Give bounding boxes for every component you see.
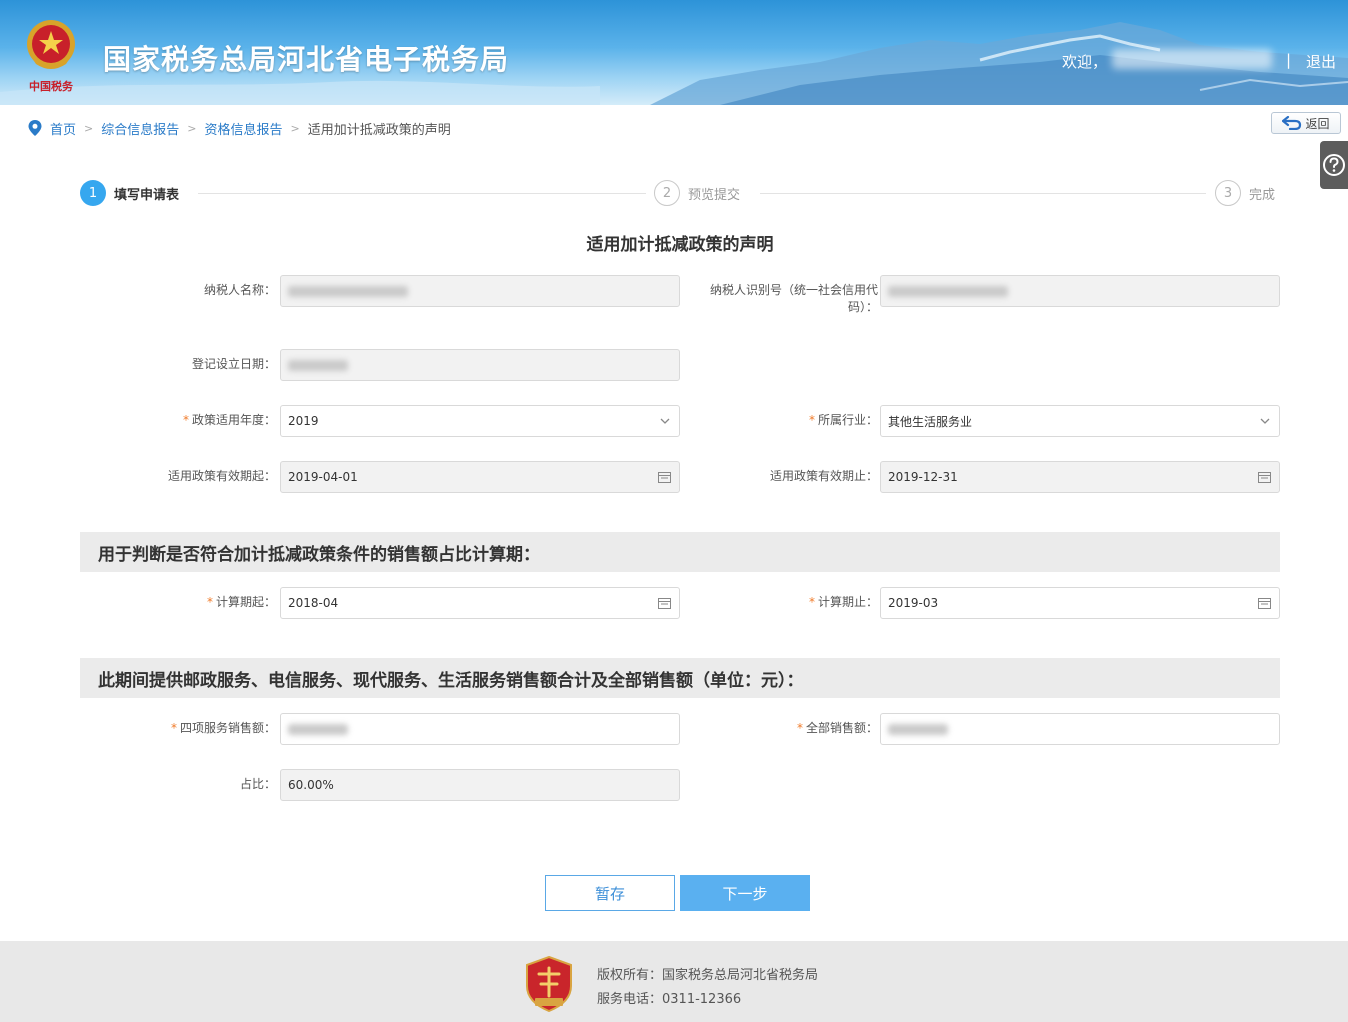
industry-select[interactable]: 其他生活服务业: [880, 405, 1280, 437]
redacted-value: [288, 723, 348, 735]
return-arrow-icon: [1282, 116, 1302, 130]
taxpayer-id-label: 纳税人识别号（统一社会信用代 码）：: [680, 282, 878, 316]
footer-phone: 服务电话：0311-12366: [597, 992, 742, 1007]
step-label: 填写申请表: [114, 187, 180, 203]
calc-end-value: 2019-03: [888, 596, 939, 610]
required-mark: *: [796, 721, 803, 735]
chevron-down-icon: [660, 418, 670, 424]
progress-steps: 1 填写申请表 2 预览提交 3 完成: [80, 180, 1280, 206]
site-title: 国家税务总局河北省电子税务局: [103, 43, 510, 76]
required-mark: *: [170, 721, 177, 735]
industry-label: * 所属行业：: [680, 412, 878, 429]
required-mark: *: [808, 595, 815, 609]
four-services-input[interactable]: [280, 713, 680, 745]
breadcrumb-arrow-icon: >: [187, 121, 197, 135]
total-sales-input[interactable]: [880, 713, 1280, 745]
form-title: 适用加计抵减政策的声明: [586, 235, 774, 255]
total-sales-label-text: 全部销售额：: [805, 721, 878, 735]
next-step-button[interactable]: 下一步: [680, 875, 810, 911]
calendar-icon[interactable]: [1258, 597, 1271, 609]
breadcrumb-qualification-report[interactable]: 资格信息报告: [204, 119, 282, 138]
tax-emblem-icon: 中国税务: [27, 20, 75, 93]
welcome-text: 欢迎，: [1062, 53, 1108, 71]
back-button[interactable]: 返回: [1271, 112, 1341, 134]
calc-end-label-text: 计算期止：: [817, 595, 878, 609]
calendar-icon[interactable]: [658, 597, 671, 609]
breadcrumb-info-report[interactable]: 综合信息报告: [101, 119, 179, 138]
breadcrumb-home[interactable]: 首页: [50, 119, 76, 138]
valid-start-field: 2019-04-01: [280, 461, 680, 493]
calc-start-value: 2018-04: [288, 596, 339, 610]
valid-start-value: 2019-04-01: [288, 470, 358, 484]
redacted-value: [888, 285, 1008, 297]
footer-copyright: 版权所有：国家税务总局河北省税务局: [597, 968, 819, 983]
policy-year-select[interactable]: 2019: [280, 405, 680, 437]
required-mark: *: [206, 595, 213, 609]
calc-end-input[interactable]: 2019-03: [880, 587, 1280, 619]
ratio-label: 占比：: [239, 777, 276, 791]
breadcrumb-arrow-icon: >: [290, 121, 300, 135]
valid-end-value: 2019-12-31: [888, 470, 958, 484]
redacted-value: [288, 285, 408, 297]
taxpayer-id-field: [880, 275, 1280, 307]
four-services-label-text: 四项服务销售额：: [179, 721, 276, 735]
calc-start-label-text: 计算期起：: [215, 595, 276, 609]
four-services-label: * 四项服务销售额：: [80, 720, 276, 737]
valid-end-field: 2019-12-31: [880, 461, 1280, 493]
policy-year-label: * 政策适用年度：: [80, 412, 276, 429]
site-header: 中国税务 国家税务总局河北省电子税务局 欢迎， | 退出: [0, 0, 1348, 105]
calc-end-label: * 计算期止：: [680, 594, 878, 611]
industry-label-text: 所属行业：: [817, 413, 878, 427]
redacted-value: [288, 359, 348, 371]
reg-date-label: 登记设立日期：: [191, 357, 276, 371]
back-button-label: 返回: [1305, 116, 1330, 131]
breadcrumb-arrow-icon: >: [84, 121, 94, 135]
header-separator: |: [1286, 51, 1292, 69]
party-badge-icon: [526, 956, 572, 1012]
policy-year-label-text: 政策适用年度：: [191, 413, 276, 427]
breadcrumb: 首页 > 综合信息报告 > 资格信息报告 > 适用加计抵减政策的声明: [28, 118, 451, 138]
logout-link[interactable]: 退出: [1306, 51, 1336, 72]
chevron-down-icon: [1260, 418, 1270, 424]
location-pin-icon: [28, 120, 42, 136]
reg-date-field: [280, 349, 680, 381]
step-connector: [760, 193, 1206, 194]
svg-text:中国税务: 中国税务: [29, 79, 74, 93]
taxpayer-id-label-line2: 码）：: [847, 300, 878, 314]
valid-end-label: 适用政策有效期止：: [769, 469, 878, 483]
site-footer: 版权所有：国家税务总局河北省税务局 服务电话：0311-12366: [0, 941, 1348, 1022]
user-name-redacted: [1112, 49, 1272, 69]
breadcrumb-current: 适用加计抵减政策的声明: [307, 122, 451, 138]
calendar-icon: [1258, 472, 1271, 483]
step-preview-submit: 2 预览提交: [654, 180, 740, 206]
total-sales-label: * 全部销售额：: [680, 720, 878, 737]
taxpayer-name-field: [280, 275, 680, 307]
step-connector: [198, 193, 646, 194]
ratio-field: 60.00%: [280, 769, 680, 801]
industry-value: 其他生活服务业: [888, 414, 973, 429]
step-number: 2: [654, 180, 680, 206]
ratio-value: 60.00%: [288, 778, 334, 792]
policy-year-value: 2019: [288, 414, 319, 428]
help-button[interactable]: [1320, 141, 1348, 189]
save-draft-button[interactable]: 暂存: [545, 875, 675, 911]
calc-start-input[interactable]: 2018-04: [280, 587, 680, 619]
section-sales: 此期间提供邮政服务、电信服务、现代服务、生活服务销售额合计及全部销售额（单位：元…: [80, 658, 1280, 698]
required-mark: *: [182, 413, 189, 427]
redacted-value: [888, 723, 948, 735]
step-number: 3: [1215, 180, 1241, 206]
step-complete: 3 完成: [1215, 180, 1275, 206]
step-label: 完成: [1249, 187, 1276, 203]
taxpayer-id-label-line1: 纳税人识别号（统一社会信用代: [709, 283, 878, 297]
calc-start-label: * 计算期起：: [80, 594, 276, 611]
question-icon: [1323, 154, 1345, 176]
calendar-icon: [658, 472, 671, 483]
step-label: 预览提交: [688, 187, 741, 203]
taxpayer-name-label: 纳税人名称：: [203, 283, 276, 297]
required-mark: *: [808, 413, 815, 427]
section-calc-period: 用于判断是否符合加计抵减政策条件的销售额占比计算期：: [80, 532, 1280, 572]
step-fill-form: 1 填写申请表: [80, 180, 179, 206]
step-number: 1: [80, 180, 106, 206]
valid-start-label: 适用政策有效期起：: [167, 469, 276, 483]
